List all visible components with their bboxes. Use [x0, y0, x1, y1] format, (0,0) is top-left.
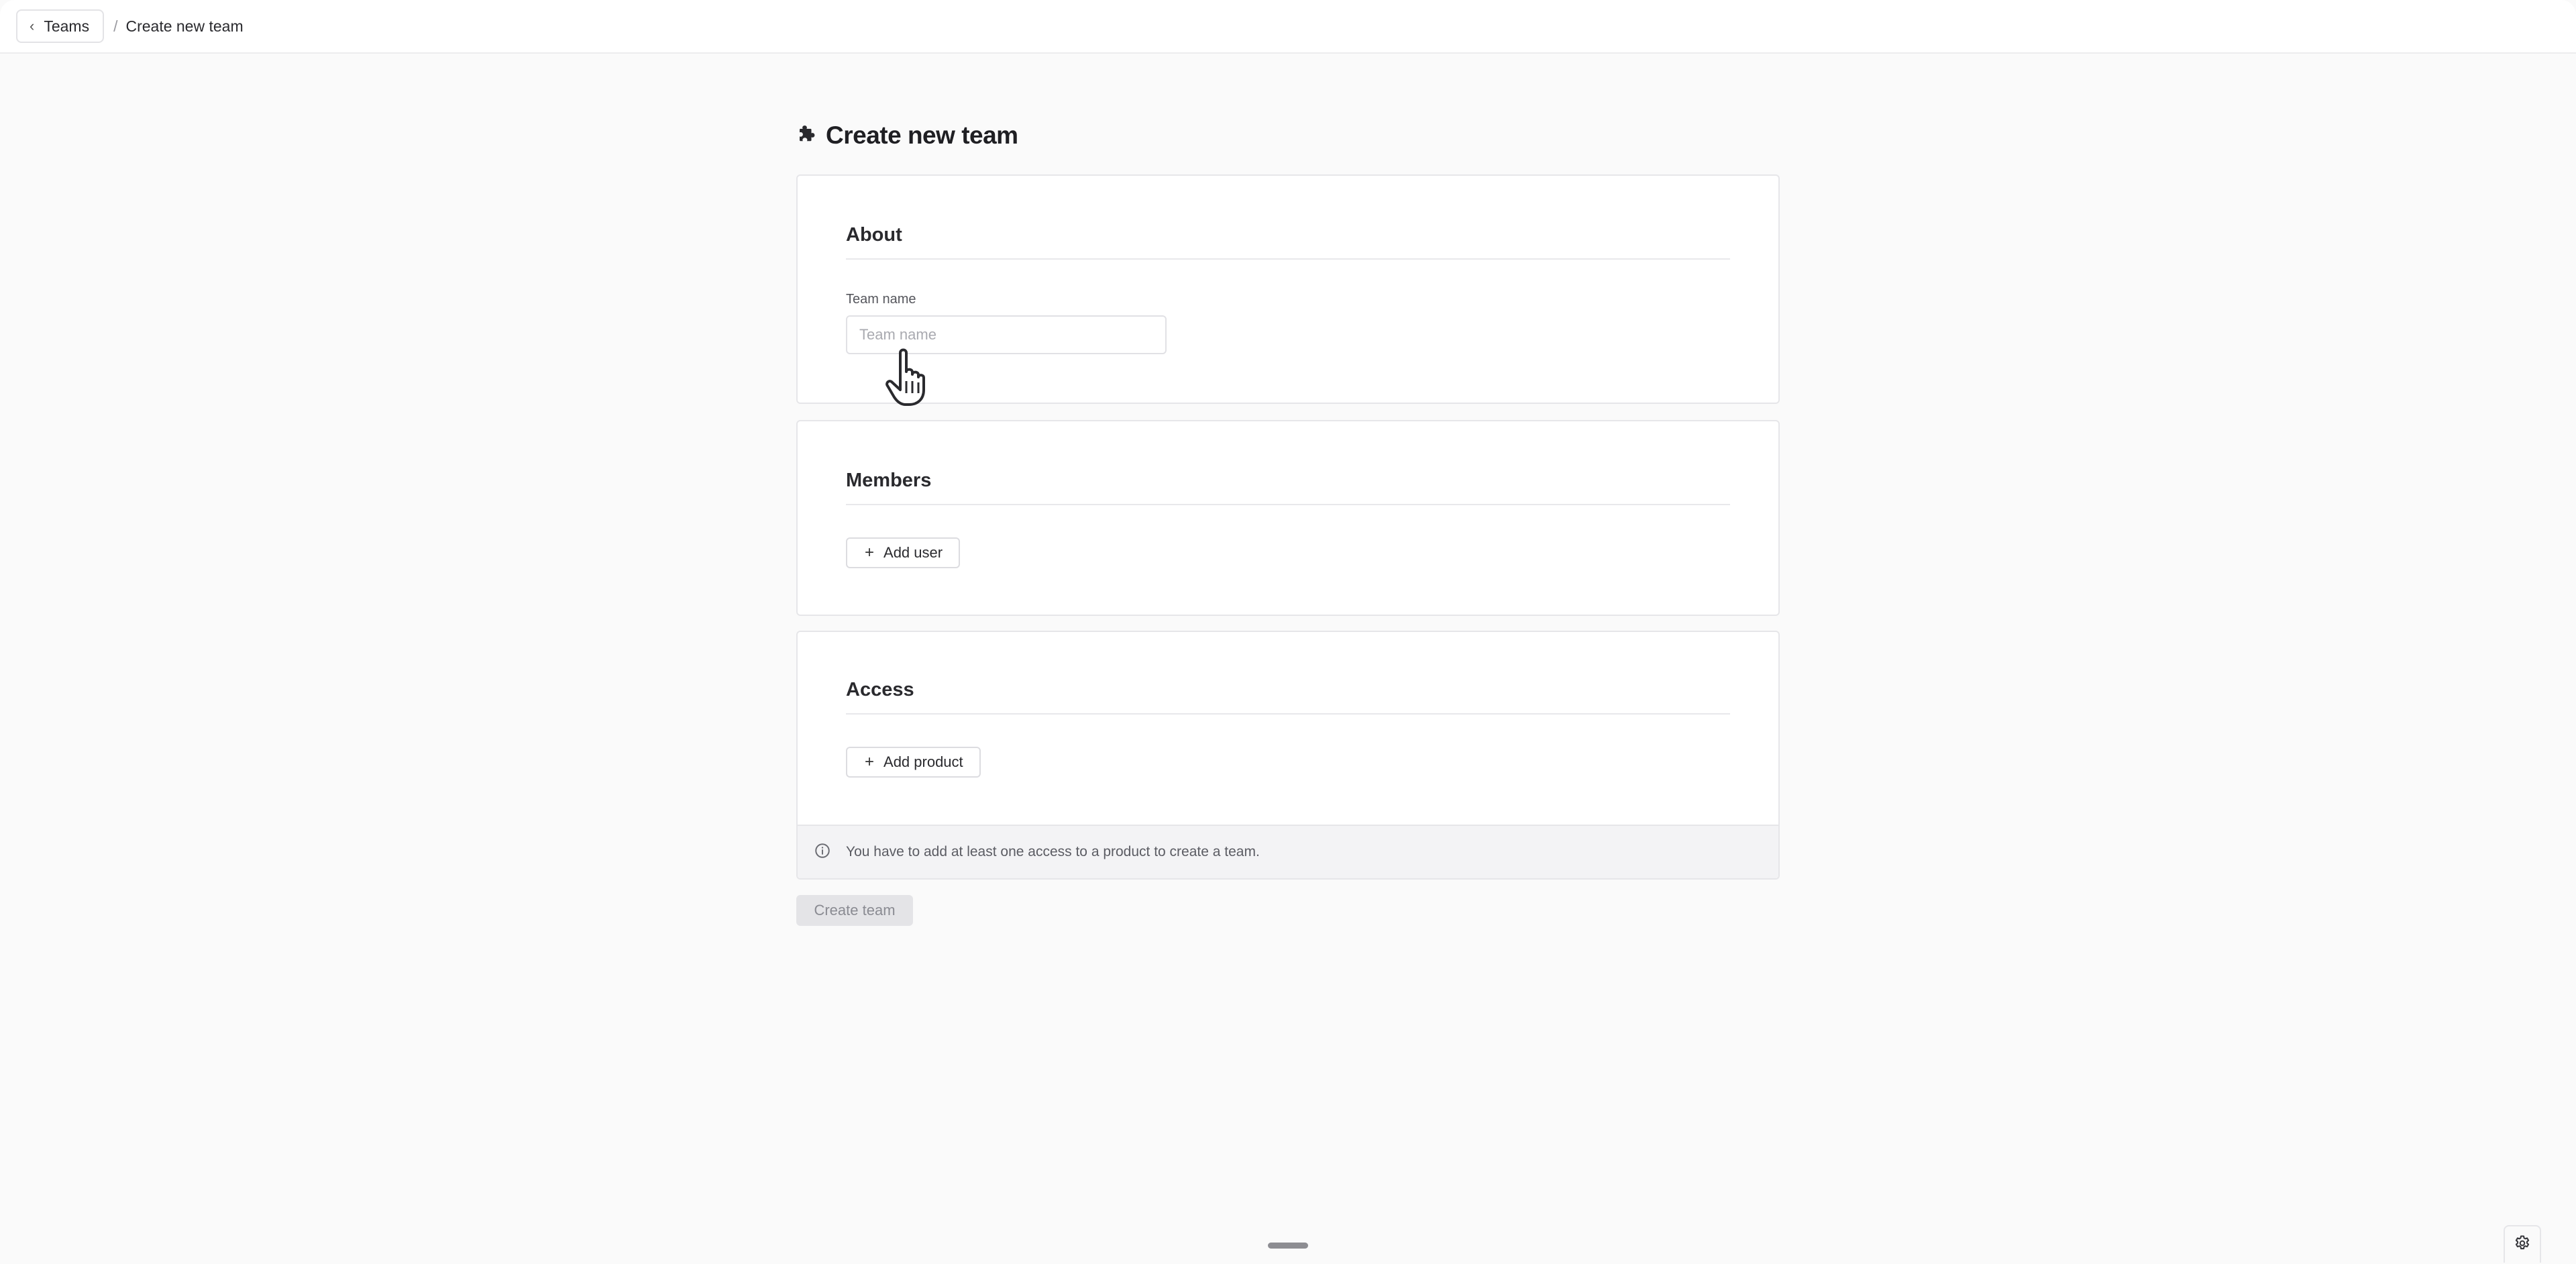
plus-icon: + [865, 543, 875, 562]
members-card: Members + Add user [796, 420, 1780, 616]
add-product-button[interactable]: + Add product [846, 747, 981, 778]
access-info-text: You have to add at least one access to a… [846, 844, 1260, 859]
back-to-teams-button[interactable]: ‹ Teams [16, 9, 105, 43]
back-button-label: Teams [44, 17, 90, 35]
page-title-text: Create new team [826, 121, 1018, 149]
plus-icon: + [865, 753, 875, 771]
settings-button[interactable] [2504, 1225, 2541, 1263]
access-section-title: Access [846, 679, 1730, 715]
about-section-title: About [846, 224, 1730, 260]
app-window: ‹ Teams / Create new team Create new tea… [0, 0, 2576, 1264]
members-section-title: Members [846, 470, 1730, 505]
team-name-label: Team name [846, 292, 916, 307]
add-product-label: Add product [883, 753, 963, 770]
breadcrumb-current: Create new team [125, 17, 244, 35]
breadcrumb-separator: / [113, 17, 118, 35]
gear-icon [2513, 1234, 2532, 1256]
add-user-label: Add user [883, 544, 943, 561]
puzzle-piece-icon [796, 121, 816, 150]
about-card: About Team name [796, 174, 1780, 404]
create-team-form: Create new team About Team name Members … [796, 114, 1780, 926]
team-name-input[interactable] [846, 315, 1167, 354]
page-title: Create new team [796, 114, 1780, 157]
chevron-left-icon: ‹ [30, 17, 35, 34]
breadcrumb-bar: ‹ Teams / Create new team [0, 0, 2576, 54]
access-info-notice: You have to add at least one access to a… [798, 825, 1778, 878]
create-team-button[interactable]: Create team [796, 895, 913, 926]
info-circle-icon [814, 842, 846, 863]
add-user-button[interactable]: + Add user [846, 537, 961, 568]
access-card: Access + Add product You have to add at … [796, 631, 1780, 880]
resize-handle[interactable] [1268, 1243, 1308, 1249]
